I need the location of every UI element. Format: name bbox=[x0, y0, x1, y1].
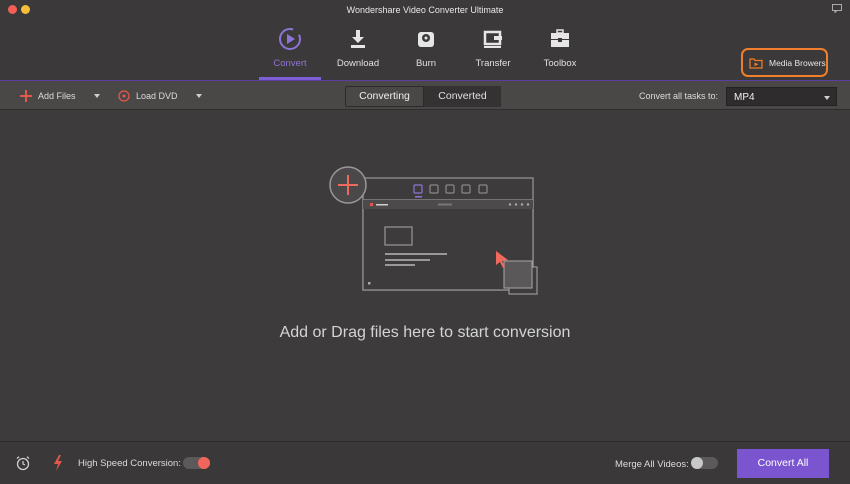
tab-transfer[interactable]: Transfer bbox=[461, 26, 525, 76]
high-speed-conversion-toggle[interactable] bbox=[183, 457, 210, 469]
load-dvd-label: Load DVD bbox=[136, 91, 178, 101]
dvd-icon bbox=[118, 90, 130, 102]
tab-download-label: Download bbox=[336, 58, 380, 69]
status-segmented-control: Converting Converted bbox=[345, 86, 501, 107]
file-drop-zone[interactable]: Add or Drag files here to start conversi… bbox=[0, 111, 850, 441]
tab-convert-label: Convert bbox=[273, 58, 307, 69]
tab-converted[interactable]: Converted bbox=[424, 86, 501, 107]
tab-download[interactable]: Download bbox=[326, 26, 390, 76]
tab-converting[interactable]: Converting bbox=[346, 87, 423, 106]
load-dvd-button[interactable]: Load DVD bbox=[118, 88, 202, 104]
bottom-bar: High Speed Conversion: Merge All Videos:… bbox=[0, 441, 850, 484]
feedback-icon[interactable] bbox=[832, 4, 842, 13]
output-format-value: MP4 bbox=[734, 92, 755, 103]
window-title: Wondershare Video Converter Ultimate bbox=[346, 5, 504, 15]
drop-hint-text: Add or Drag files here to start conversi… bbox=[279, 324, 571, 341]
toggle-knob bbox=[691, 457, 703, 469]
media-browser-button[interactable]: Media Browers bbox=[741, 48, 828, 77]
merge-all-videos-label: Merge All Videos: bbox=[615, 459, 689, 470]
add-files-button[interactable]: Add Files bbox=[20, 88, 100, 104]
convert-icon bbox=[279, 28, 301, 50]
chevron-down-icon bbox=[824, 96, 830, 100]
tab-burn[interactable]: Burn bbox=[394, 26, 458, 76]
tab-toolbox-label: Toolbox bbox=[543, 58, 577, 69]
drag-files-illustration bbox=[329, 166, 538, 295]
convert-all-tasks-label: Convert all tasks to: bbox=[639, 91, 719, 101]
tab-convert[interactable]: Convert bbox=[258, 26, 322, 76]
transfer-icon bbox=[483, 30, 502, 48]
toggle-knob bbox=[198, 457, 210, 469]
convert-all-button[interactable]: Convert All bbox=[737, 449, 829, 478]
chevron-down-icon[interactable] bbox=[195, 94, 202, 98]
media-browser-icon bbox=[749, 58, 763, 69]
output-format-select[interactable]: MP4 bbox=[726, 87, 837, 106]
lightning-icon bbox=[54, 455, 62, 471]
high-speed-conversion-label: High Speed Conversion: bbox=[78, 458, 181, 469]
media-browser-label: Media Browers bbox=[769, 58, 826, 68]
top-toolbar: Wondershare Video Converter Ultimate Con… bbox=[0, 0, 850, 80]
burn-icon bbox=[418, 32, 434, 47]
tab-toolbox[interactable]: Toolbox bbox=[528, 26, 592, 76]
download-icon bbox=[351, 30, 365, 48]
tab-transfer-label: Transfer bbox=[475, 58, 511, 69]
alarm-clock-icon[interactable] bbox=[15, 455, 31, 471]
toolbox-icon bbox=[551, 29, 569, 47]
tab-burn-label: Burn bbox=[415, 58, 437, 69]
plus-icon bbox=[20, 90, 32, 102]
add-files-label: Add Files bbox=[38, 91, 76, 101]
action-bar: Add Files Load DVD Converting Converted … bbox=[0, 80, 850, 110]
merge-all-videos-toggle[interactable] bbox=[691, 457, 718, 469]
chevron-down-icon[interactable] bbox=[93, 94, 100, 98]
